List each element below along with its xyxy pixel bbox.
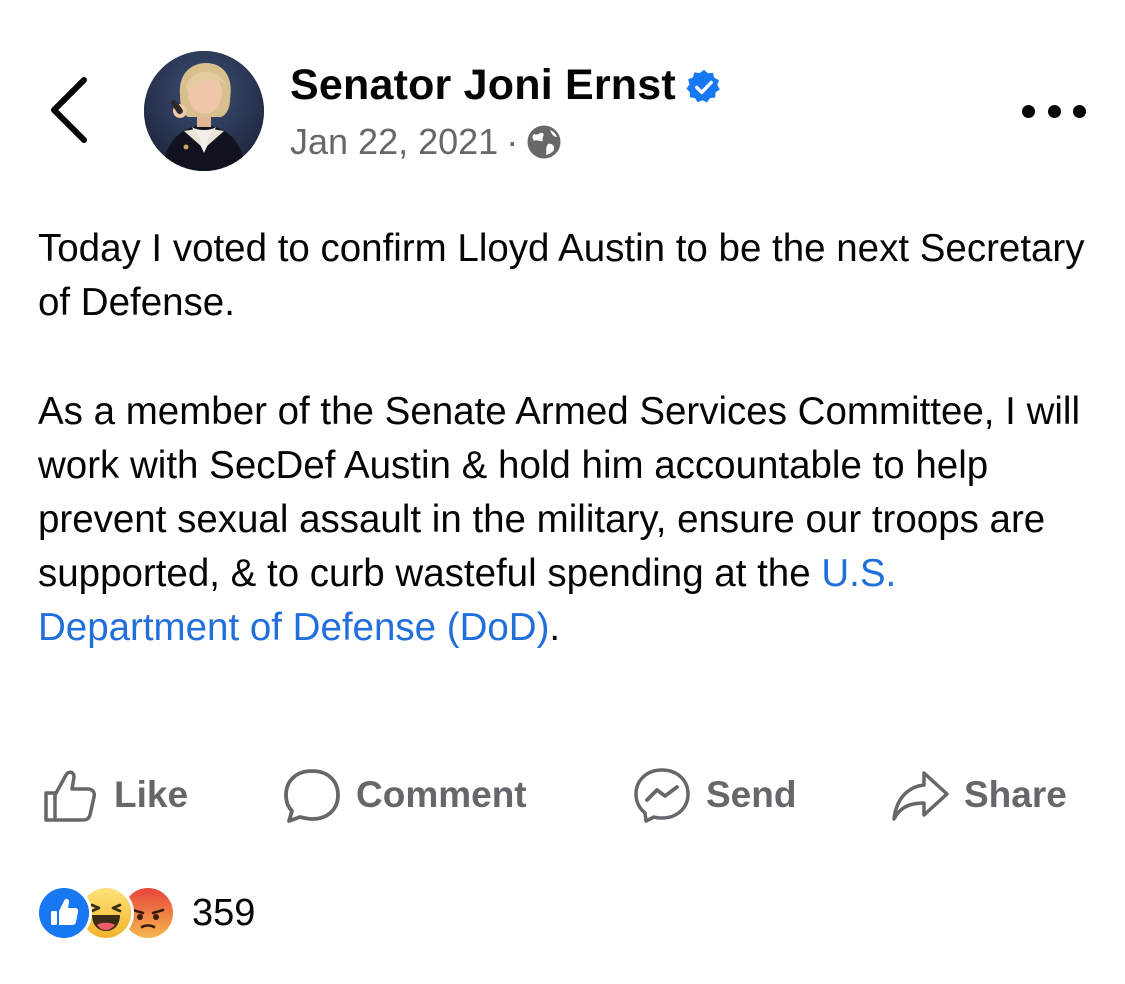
like-reaction-icon [36,885,92,941]
author-name[interactable]: Senator Joni Ernst [290,61,676,110]
more-dot-icon [1022,104,1035,118]
reaction-summary[interactable]: 359 [36,885,255,941]
thumbs-up-icon [44,770,96,822]
post-paragraph: Today I voted to confirm Lloyd Austin to… [38,227,1085,325]
post-paragraph-end: . [549,606,561,650]
like-button[interactable]: Like [40,760,188,830]
share-button[interactable]: Share [890,760,1067,830]
profile-photo [144,51,264,171]
reaction-count[interactable]: 359 [192,892,255,935]
post-date[interactable]: Jan 22, 2021 [290,121,498,163]
verified-badge-icon [686,69,720,103]
like-label: Like [114,774,189,815]
post-text: Today I voted to confirm Lloyd Austin to… [38,222,1098,656]
chevron-left-icon [51,77,87,143]
post-paragraph-text: As a member of the Senate Armed Services… [38,389,1081,596]
send-button[interactable]: Send [632,760,796,830]
send-label: Send [706,774,797,815]
more-dot-icon [1047,104,1061,118]
globe-icon [527,125,561,159]
comment-label: Comment [356,774,527,815]
messenger-icon [634,768,690,823]
avatar[interactable] [144,51,264,171]
meta-separator: · [506,121,519,162]
more-dot-icon [1073,104,1086,118]
back-button[interactable] [40,70,100,150]
action-bar: Like Comment Send Share [0,760,1125,830]
comment-bubble-icon [284,769,340,823]
post-paragraph: As a member of the Senate Armed Services… [38,385,1098,656]
more-options-button[interactable] [1022,96,1086,126]
share-arrow-icon [892,771,949,821]
share-label: Share [964,774,1067,815]
comment-button[interactable]: Comment [282,760,527,830]
